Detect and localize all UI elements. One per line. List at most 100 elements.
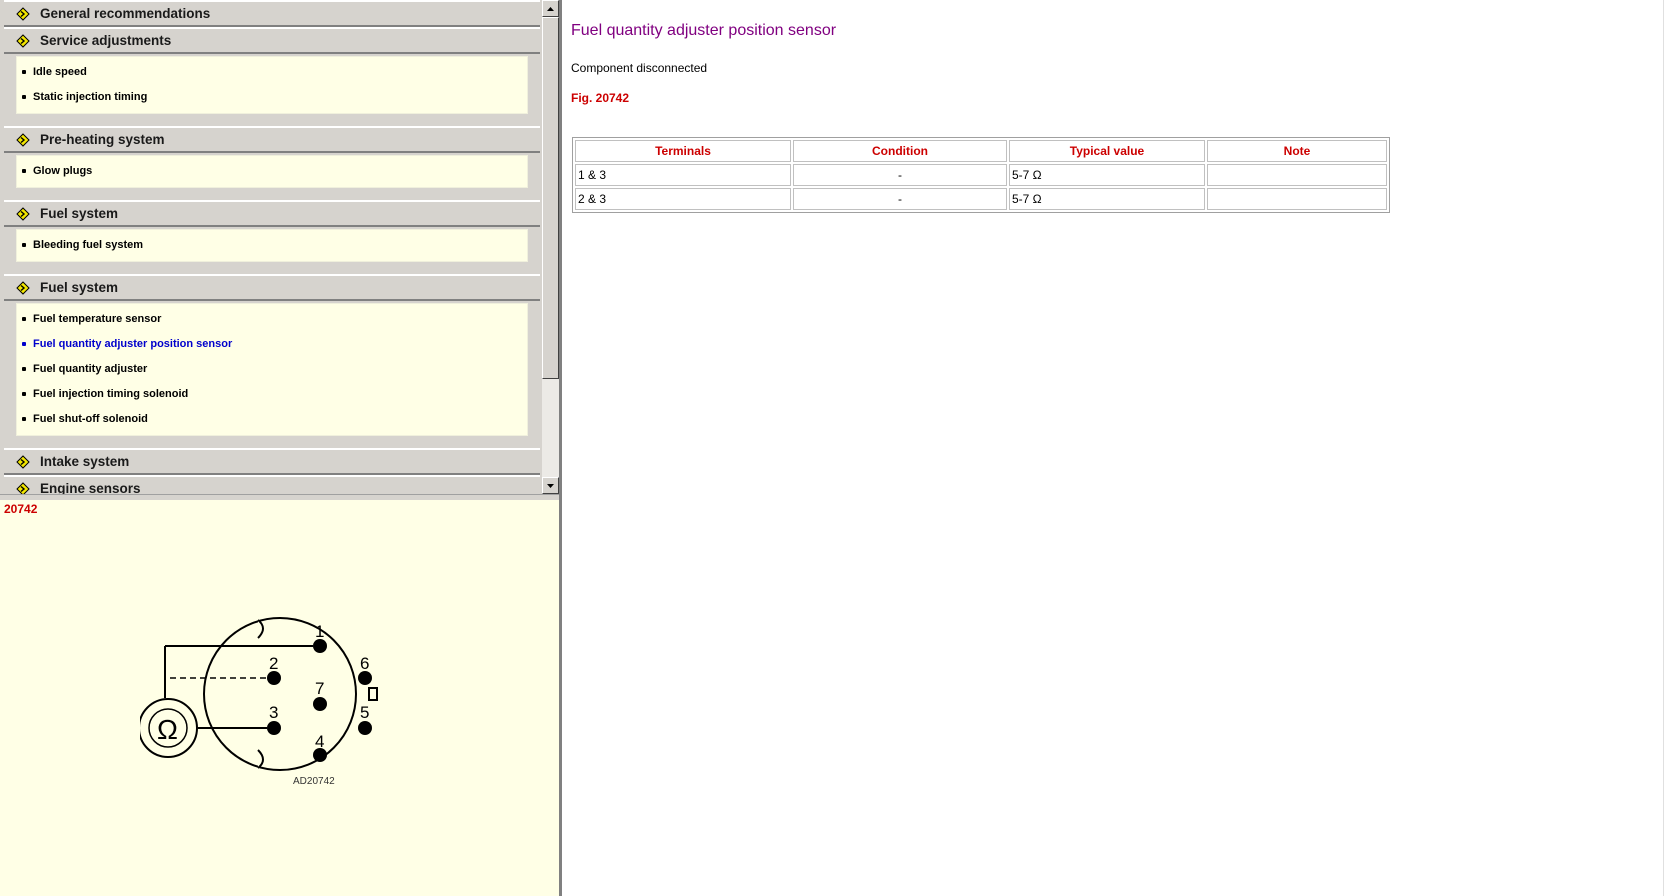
nav-item-label: Glow plugs [33, 164, 93, 177]
table-header-row: Terminals Condition Typical value Note [575, 140, 1387, 162]
nav-section: Service adjustments Idle speed Static inje… [4, 27, 540, 126]
section-item-list: Glow plugs [16, 155, 528, 188]
arrow-up-icon [547, 6, 554, 11]
table-cell: - [793, 188, 1007, 210]
section-title: Service adjustments [40, 33, 172, 48]
pin-5 [358, 721, 372, 735]
navigation-tree: General recommendations Service adjustmen… [0, 0, 542, 494]
nav-section: Intake system [4, 448, 540, 475]
figure-reference-link[interactable]: Fig. 20742 [571, 91, 629, 105]
nav-item-link[interactable]: Fuel injection timing solenoid [17, 381, 527, 406]
bullet-icon [22, 341, 26, 346]
column-header: Typical value [1009, 140, 1205, 162]
pin-label-5: 5 [360, 703, 369, 722]
nav-item-link[interactable]: Bleeding fuel system [17, 232, 527, 257]
nav-item-label: Fuel shut-off solenoid [33, 412, 148, 425]
scroll-up-button[interactable] [542, 0, 559, 17]
section-title: Pre-heating system [40, 132, 165, 147]
section-body: Idle speed Static injection timing [4, 54, 540, 126]
component-status: Component disconnected [571, 61, 708, 75]
pin-3 [267, 721, 281, 735]
section-item-list: Bleeding fuel system [16, 229, 528, 262]
nav-item-link[interactable]: Glow plugs [17, 158, 527, 183]
nav-item-label: Fuel injection timing solenoid [33, 387, 189, 400]
bullet-icon [22, 391, 26, 396]
section-item-list: Idle speed Static injection timing [16, 56, 528, 114]
pin-label-6: 6 [360, 654, 369, 673]
section-header[interactable]: Service adjustments [4, 27, 540, 54]
nav-section: General recommendations [4, 0, 540, 27]
scroll-thumb[interactable] [542, 17, 559, 379]
nav-item-link[interactable]: Fuel temperature sensor [17, 306, 527, 331]
nav-item-label: Idle speed [33, 65, 87, 78]
arrow-down-icon [547, 483, 554, 488]
values-table: Terminals Condition Typical value Note 1… [572, 137, 1390, 213]
section-header[interactable]: General recommendations [4, 0, 540, 27]
page-title: Fuel quantity adjuster position sensor [571, 22, 837, 39]
table-cell: 5-7 Ω [1009, 164, 1205, 186]
ohm-symbol: Ω [157, 714, 178, 745]
nav-section: Engine sensors [4, 475, 540, 494]
scroll-down-button[interactable] [542, 477, 559, 494]
column-header: Terminals [575, 140, 791, 162]
bullet-icon [22, 94, 26, 99]
figure-caption: AD20742 [293, 776, 335, 787]
column-header: Note [1207, 140, 1387, 162]
table-cell [1207, 164, 1387, 186]
section-header[interactable]: Fuel system [4, 274, 540, 301]
pin-label-7: 7 [315, 679, 324, 698]
section-title: Fuel system [40, 280, 119, 295]
expand-diamond-icon [16, 454, 30, 469]
nav-section: Fuel system Bleeding fuel system [4, 200, 540, 274]
expand-diamond-icon [16, 33, 30, 48]
table-cell: 2 & 3 [575, 188, 791, 210]
table-cell [1207, 188, 1387, 210]
table-cell: 1 & 3 [575, 164, 791, 186]
column-header: Condition [793, 140, 1007, 162]
section-body: Bleeding fuel system [4, 227, 540, 274]
nav-section: Fuel system Fuel temperature sensor Fuel q… [4, 274, 540, 448]
bullet-icon [22, 416, 26, 421]
pin-label-1: 1 [315, 622, 324, 641]
content-pane: Fuel quantity adjuster position sensor C… [562, 0, 1663, 896]
bullet-icon [22, 366, 26, 371]
bullet-icon [22, 316, 26, 321]
section-body: Glow plugs [4, 153, 540, 200]
nav-item-link[interactable]: Fuel quantity adjuster [17, 356, 527, 381]
section-title: General recommendations [40, 6, 211, 21]
nav-scrollbar[interactable] [542, 0, 559, 494]
nav-item-link[interactable]: Fuel shut-off solenoid [17, 406, 527, 431]
nav-item-link[interactable]: Fuel quantity adjuster position sensor [17, 331, 527, 356]
bullet-icon [22, 168, 26, 173]
section-item-list: Fuel temperature sensor Fuel quantity adj… [16, 303, 528, 436]
section-header[interactable]: Pre-heating system [4, 126, 540, 153]
bullet-icon [22, 69, 26, 74]
table-row: 2 & 3 - 5-7 Ω [575, 188, 1387, 210]
table-cell: 5-7 Ω [1009, 188, 1205, 210]
pin-label-2: 2 [269, 654, 278, 673]
expand-diamond-icon [16, 206, 30, 221]
nav-item-label: Fuel temperature sensor [33, 312, 162, 325]
nav-item-label: Fuel quantity adjuster position sensor [33, 337, 233, 350]
nav-item-link[interactable]: Idle speed [17, 59, 527, 84]
content-scrollbar[interactable] [1663, 0, 1680, 896]
expand-diamond-icon [16, 481, 30, 494]
nav-section: Pre-heating system Glow plugs [4, 126, 540, 200]
section-header[interactable]: Fuel system [4, 200, 540, 227]
section-header[interactable]: Intake system [4, 448, 540, 475]
figure-number: 20742 [4, 502, 38, 516]
section-header[interactable]: Engine sensors [4, 475, 540, 494]
pin-2 [267, 671, 281, 685]
connector-diagram: 1 2 3 4 5 6 7 Ω AD20742 [140, 617, 378, 787]
figure-pane: 20742 1 2 3 4 5 6 7 Ω AD20742 [0, 500, 559, 896]
pin-label-3: 3 [269, 703, 278, 722]
section-body: Fuel temperature sensor Fuel quantity adj… [4, 301, 540, 448]
section-title: Engine sensors [40, 481, 141, 494]
nav-item-link[interactable]: Static injection timing [17, 84, 527, 109]
navigation-pane: General recommendations Service adjustmen… [0, 0, 559, 494]
nav-item-label: Bleeding fuel system [33, 238, 144, 251]
pin-label-4: 4 [315, 732, 324, 751]
table-cell: - [793, 164, 1007, 186]
section-title: Fuel system [40, 206, 119, 221]
nav-item-label: Static injection timing [33, 90, 148, 103]
